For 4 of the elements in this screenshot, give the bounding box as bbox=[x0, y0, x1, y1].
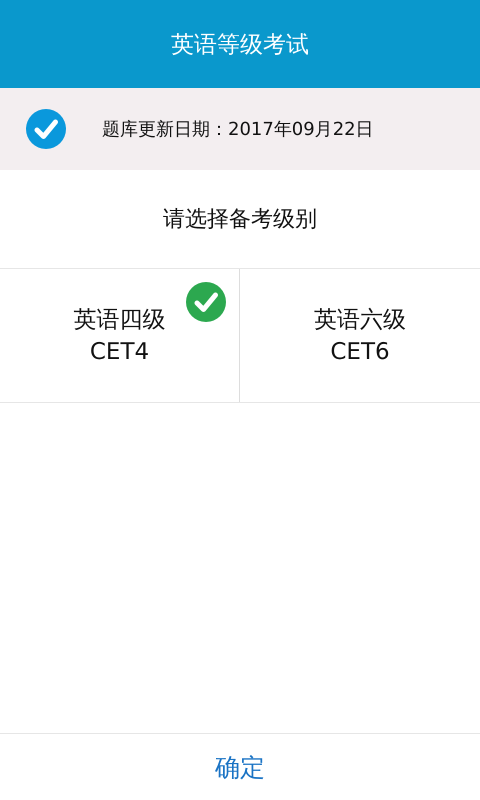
check-icon bbox=[186, 282, 226, 322]
prompt-text: 请选择备考级别 bbox=[163, 206, 317, 234]
update-date-text: 题库更新日期：2017年09月22日 bbox=[102, 118, 374, 141]
page-title: 英语等级考试 bbox=[171, 30, 309, 60]
